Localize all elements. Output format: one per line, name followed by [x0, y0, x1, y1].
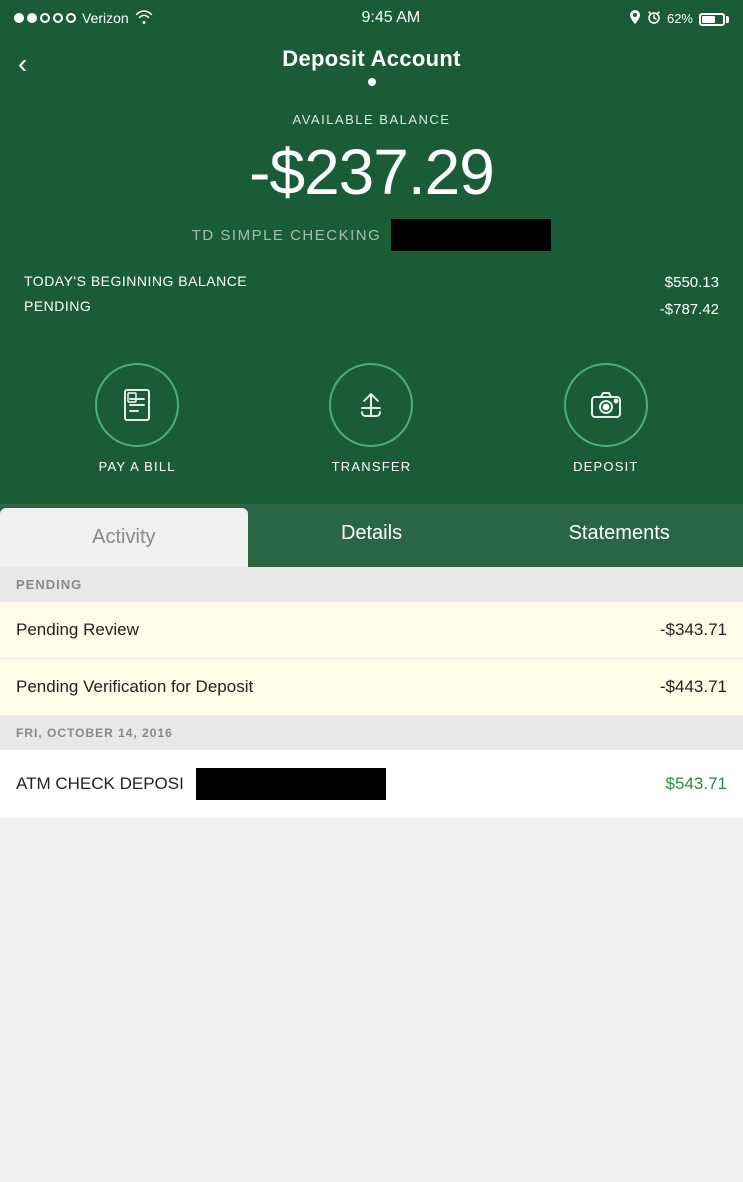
page-title: Deposit Account: [282, 46, 460, 71]
atm-label: ATM CHECK DEPOSI: [16, 774, 184, 794]
pending-row-1-label: Pending Review: [16, 620, 139, 640]
pay-bill-button[interactable]: PAY A BILL: [95, 363, 179, 474]
balance-details: TODAY'S BEGINNING BALANCE PENDING $550.1…: [24, 269, 719, 323]
battery-percentage: 62%: [667, 11, 693, 26]
content-area: PENDING Pending Review -$343.71 Pending …: [0, 567, 743, 967]
bill-icon: [118, 386, 156, 424]
page-header: ‹ Deposit Account: [0, 36, 743, 92]
deposit-button[interactable]: DEPOSIT: [564, 363, 648, 474]
actions-section: PAY A BILL TRANSFER DEPOSIT: [0, 353, 743, 504]
beginning-balance-label: TODAY'S BEGINNING BALANCE: [24, 269, 247, 294]
tab-activity[interactable]: Activity: [0, 508, 248, 567]
transfer-icon: [352, 386, 390, 424]
pending-label: PENDING: [24, 294, 247, 319]
available-balance-label: AVAILABLE BALANCE: [24, 112, 719, 127]
tabs-section: Activity Details Statements: [0, 504, 743, 567]
pending-row-1-amount: -$343.71: [660, 620, 727, 640]
wifi-icon: [135, 10, 153, 27]
transfer-label: TRANSFER: [332, 459, 412, 474]
account-number-redacted: [391, 219, 551, 251]
pending-row-2-label: Pending Verification for Deposit: [16, 677, 253, 697]
balance-amount: -$237.29: [24, 135, 719, 209]
back-button[interactable]: ‹: [18, 50, 27, 78]
pending-value: -$787.42: [660, 296, 719, 323]
signal-dots: [14, 10, 76, 26]
pending-row-2-amount: -$443.71: [660, 677, 727, 697]
pay-bill-circle: [95, 363, 179, 447]
status-left: Verizon: [14, 10, 153, 27]
atm-left: ATM CHECK DEPOSI: [16, 768, 386, 800]
pay-bill-label: PAY A BILL: [99, 459, 176, 474]
battery-icon: [699, 10, 729, 26]
atm-transaction-row[interactable]: ATM CHECK DEPOSI $543.71: [0, 750, 743, 819]
status-time: 9:45 AM: [361, 9, 420, 27]
alarm-icon: [647, 10, 661, 27]
status-bar: Verizon 9:45 AM 62%: [0, 0, 743, 36]
tab-statements[interactable]: Statements: [495, 504, 743, 567]
deposit-circle: [564, 363, 648, 447]
pending-section-header: PENDING: [0, 567, 743, 602]
header-dot: [368, 78, 376, 86]
transfer-button[interactable]: TRANSFER: [329, 363, 413, 474]
account-name: TD SIMPLE CHECKING: [24, 219, 719, 251]
date-section-header: FRI, OCTOBER 14, 2016: [0, 716, 743, 750]
camera-icon: [587, 386, 625, 424]
status-right: 62%: [629, 10, 729, 27]
transfer-circle: [329, 363, 413, 447]
balance-labels: TODAY'S BEGINNING BALANCE PENDING: [24, 269, 247, 319]
tab-details[interactable]: Details: [248, 504, 496, 567]
atm-details-redacted: [196, 768, 386, 800]
balance-section: AVAILABLE BALANCE -$237.29 TD SIMPLE CHE…: [0, 92, 743, 353]
location-icon: [629, 10, 641, 27]
atm-amount: $543.71: [666, 774, 727, 794]
deposit-label: DEPOSIT: [573, 459, 638, 474]
carrier-label: Verizon: [82, 10, 129, 26]
balance-values: $550.13 -$787.42: [660, 269, 719, 323]
beginning-balance-value: $550.13: [660, 269, 719, 296]
pending-row-2[interactable]: Pending Verification for Deposit -$443.7…: [0, 659, 743, 716]
pending-row-1[interactable]: Pending Review -$343.71: [0, 602, 743, 659]
